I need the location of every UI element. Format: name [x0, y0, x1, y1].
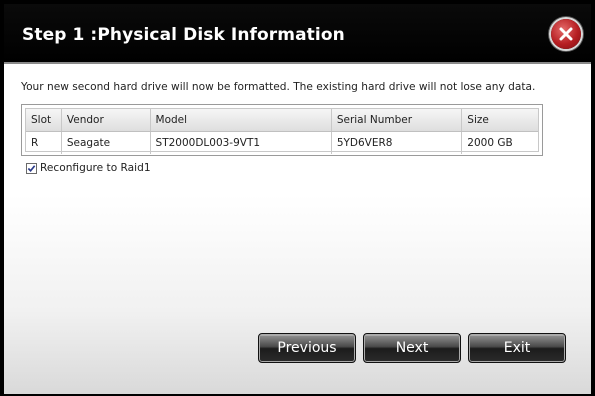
next-button[interactable]: Next [363, 333, 461, 363]
disk-table: Slot Vendor Model Serial Number Size R S… [21, 104, 543, 156]
previous-button[interactable]: Previous [258, 333, 356, 363]
cell-model: ST2000DL003-9VT1 [151, 132, 332, 154]
column-header-slot[interactable]: Slot [26, 109, 62, 131]
column-header-vendor[interactable]: Vendor [62, 109, 151, 131]
dialog-content: Your new second hard drive will now be f… [4, 62, 591, 394]
close-icon [559, 27, 573, 41]
close-button[interactable] [551, 19, 581, 49]
divider [4, 62, 591, 64]
table-header-row: Slot Vendor Model Serial Number Size [26, 109, 538, 132]
table-row[interactable]: R Seagate ST2000DL003-9VT1 5YD6VER8 2000… [26, 132, 538, 154]
cell-slot: R [26, 132, 62, 154]
exit-button[interactable]: Exit [468, 333, 566, 363]
info-text: Your new second hard drive will now be f… [21, 81, 536, 93]
column-header-model[interactable]: Model [151, 109, 332, 131]
reconfigure-raid1-label[interactable]: Reconfigure to Raid1 [40, 162, 151, 174]
dialog-titlebar: Step 1 :Physical Disk Information [4, 4, 591, 62]
format-dialog: Step 1 :Physical Disk Information Your n… [0, 0, 595, 396]
reconfigure-raid1-option: Reconfigure to Raid1 [26, 162, 151, 174]
cell-size: 2000 GB [467, 137, 513, 149]
cell-vendor: Seagate [62, 132, 151, 154]
reconfigure-raid1-checkbox[interactable] [26, 162, 37, 174]
column-header-serial-number[interactable]: Serial Number [332, 109, 463, 131]
column-header-size[interactable]: Size [462, 109, 538, 131]
cell-serial-number: 5YD6VER8 [332, 132, 463, 154]
dialog-title: Step 1 :Physical Disk Information [22, 25, 345, 45]
checkmark-icon [27, 164, 36, 172]
